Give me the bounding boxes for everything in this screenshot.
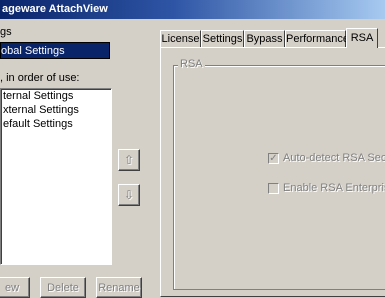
move-up-button[interactable]: ⇧ [118, 149, 140, 171]
enable-rsa-label: Enable RSA Enterprise S [283, 182, 385, 194]
move-down-button[interactable]: ⇩ [118, 184, 140, 206]
list-item-internal-settings[interactable]: ternal Settings [1, 89, 111, 103]
checkmark-icon: ✓ [269, 153, 278, 164]
tab-rsa[interactable]: RSA [346, 28, 378, 48]
selected-profile-field[interactable]: obal Settings [0, 42, 110, 59]
rsa-groupbox [173, 65, 385, 290]
tab-bypass[interactable]: Bypass [244, 30, 285, 47]
rename-button[interactable]: Rename [96, 277, 142, 298]
list-item-default-settings[interactable]: efault Settings [1, 117, 111, 131]
arrow-up-icon: ⇧ [123, 153, 135, 167]
tab-performance[interactable]: Performance [285, 30, 349, 47]
tab-settings[interactable]: Settings [201, 30, 244, 47]
order-of-use-label: , in order of use: [0, 72, 80, 84]
delete-button[interactable]: Delete [40, 277, 86, 298]
tab-license[interactable]: License [160, 30, 201, 47]
autodetect-label: Auto-detect RSA SecurID [283, 152, 385, 164]
autodetect-checkbox[interactable]: ✓ [268, 153, 279, 164]
list-item-external-settings[interactable]: xternal Settings [1, 103, 111, 117]
profiles-group-label: gs [0, 26, 12, 38]
window-title: ageware AttachView [0, 0, 385, 19]
arrow-down-icon: ⇩ [123, 188, 135, 202]
new-button[interactable]: ew [0, 277, 30, 298]
order-list[interactable]: ternal Settings xternal Settings efault … [0, 88, 112, 265]
rsa-group-title: RSA [178, 58, 205, 71]
enable-rsa-checkbox[interactable] [268, 183, 279, 194]
